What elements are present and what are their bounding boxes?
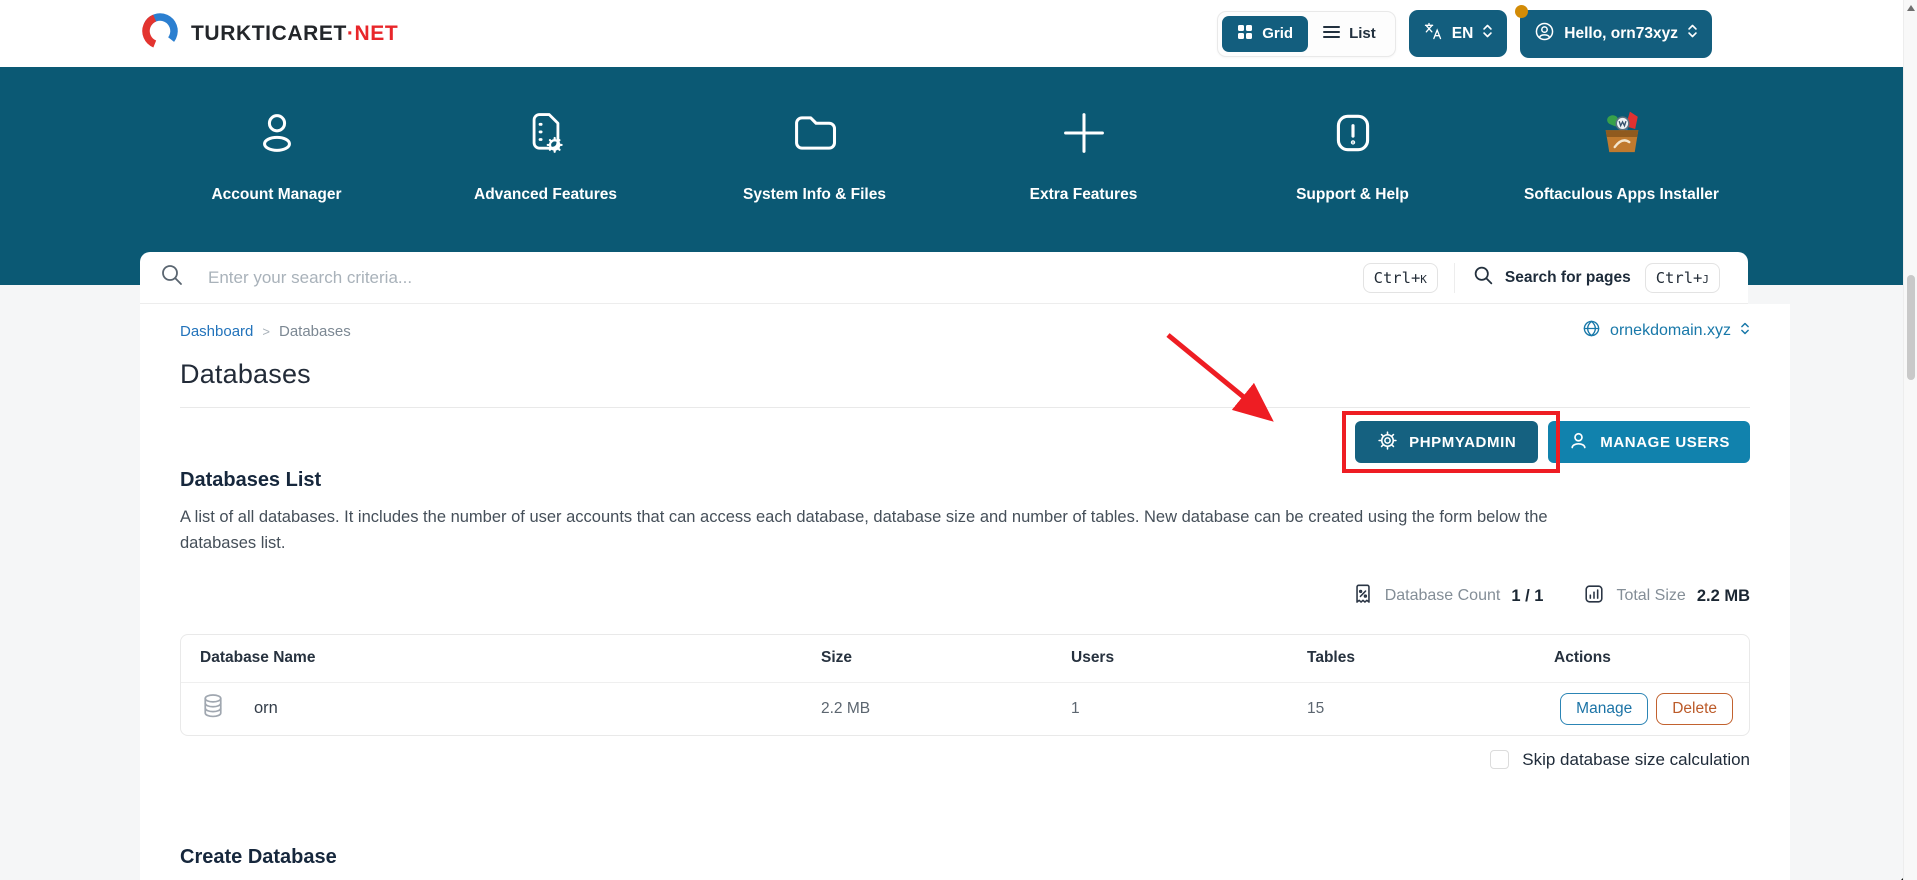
list-view-button[interactable]: List bbox=[1308, 17, 1391, 51]
person-icon bbox=[1568, 430, 1589, 455]
breadcrumb-current: Databases bbox=[279, 323, 351, 340]
database-users: 1 bbox=[1071, 700, 1307, 718]
shortcut-badge-ctrl-j: Ctrl+J bbox=[1645, 263, 1720, 293]
breadcrumb-dashboard[interactable]: Dashboard bbox=[180, 323, 253, 340]
main-content: Dashboard > Databases ornekdomain.xyz Da… bbox=[140, 304, 1790, 880]
scrollbar[interactable] bbox=[1903, 0, 1917, 880]
page-title: Databases bbox=[180, 359, 1750, 390]
brand-name: TURKTICARET·NET bbox=[191, 22, 398, 46]
skip-size-label: Skip database size calculation bbox=[1522, 750, 1750, 770]
search-bar: Ctrl+K Search for pages Ctrl+J bbox=[140, 252, 1748, 304]
search-for-pages-button[interactable]: Search for pages bbox=[1473, 265, 1631, 291]
alert-square-icon bbox=[1328, 102, 1378, 164]
column-header-size: Size bbox=[821, 649, 1071, 667]
grid-view-button[interactable]: Grid bbox=[1222, 16, 1308, 52]
delete-button[interactable]: Delete bbox=[1656, 693, 1733, 725]
plus-icon bbox=[1058, 102, 1110, 164]
divider bbox=[1454, 263, 1455, 293]
brand-logo-icon bbox=[140, 11, 180, 56]
nav-item-advanced-features[interactable]: Advanced Features bbox=[411, 102, 680, 204]
search-input[interactable] bbox=[208, 268, 1363, 288]
user-circle-icon bbox=[1534, 21, 1555, 47]
database-count-stat: Database Count 1 / 1 bbox=[1352, 583, 1544, 610]
folder-icon bbox=[788, 102, 842, 164]
manage-button[interactable]: Manage bbox=[1560, 693, 1648, 725]
phpmyadmin-button[interactable]: PHPMYADMIN bbox=[1355, 421, 1538, 463]
search-icon bbox=[160, 263, 184, 292]
globe-icon bbox=[1582, 319, 1601, 343]
scroll-up-arrow-icon[interactable] bbox=[1907, 5, 1915, 11]
manage-users-button[interactable]: MANAGE USERS bbox=[1548, 421, 1750, 463]
brand-logo[interactable]: TURKTICARET·NET bbox=[140, 11, 398, 56]
database-tables: 15 bbox=[1307, 700, 1554, 718]
list-icon bbox=[1323, 25, 1340, 43]
database-stats: Database Count 1 / 1 Total Size 2.2 MB bbox=[180, 583, 1750, 610]
nav-item-system-info-files[interactable]: System Info & Files bbox=[680, 102, 949, 204]
nav-item-softaculous[interactable]: Softaculous Apps Installer bbox=[1487, 102, 1756, 204]
section-description: A list of all databases. It includes the… bbox=[180, 504, 1580, 557]
nav-item-account-manager[interactable]: Account Manager bbox=[142, 102, 411, 204]
column-header-actions: Actions bbox=[1554, 649, 1749, 667]
table-row: orn 2.2 MB 1 15 Manage Delete bbox=[181, 683, 1749, 735]
language-selector[interactable]: EN bbox=[1409, 10, 1508, 57]
column-header-users: Users bbox=[1071, 649, 1307, 667]
column-header-tables: Tables bbox=[1307, 649, 1554, 667]
scrollbar-thumb[interactable] bbox=[1907, 275, 1915, 380]
divider bbox=[180, 407, 1750, 408]
nav-item-extra-features[interactable]: Extra Features bbox=[949, 102, 1218, 204]
user-menu[interactable]: Hello, orn73xyz bbox=[1520, 10, 1712, 58]
view-toggle: Grid List bbox=[1217, 11, 1396, 57]
receipt-percent-icon bbox=[1352, 583, 1374, 610]
search-icon bbox=[1473, 265, 1494, 291]
chevron-up-down-icon bbox=[1482, 23, 1493, 44]
nav-item-support-help[interactable]: Support & Help bbox=[1218, 102, 1487, 204]
chevron-up-down-icon bbox=[1740, 321, 1750, 341]
breadcrumb: Dashboard > Databases bbox=[180, 323, 351, 340]
database-name: orn bbox=[254, 699, 278, 718]
document-gear-icon bbox=[520, 102, 572, 164]
database-icon bbox=[200, 692, 226, 725]
top-header: TURKTICARET·NET Grid List bbox=[0, 0, 1917, 67]
shortcut-badge-ctrl-k: Ctrl+K bbox=[1363, 263, 1438, 293]
database-size: 2.2 MB bbox=[821, 700, 1071, 718]
softaculous-toolbox-icon bbox=[1595, 102, 1649, 164]
skip-size-checkbox[interactable] bbox=[1490, 750, 1509, 769]
databases-table: Database Name Size Users Tables Actions … bbox=[180, 634, 1750, 736]
section-heading: Databases List bbox=[180, 469, 1750, 492]
domain-selector[interactable]: ornekdomain.xyz bbox=[1582, 319, 1750, 343]
create-database-heading: Create Database bbox=[180, 846, 1750, 869]
table-header-row: Database Name Size Users Tables Actions bbox=[181, 635, 1749, 683]
user-icon bbox=[251, 102, 303, 164]
notification-dot bbox=[1515, 5, 1528, 18]
gear-icon bbox=[1377, 430, 1398, 455]
skip-size-row: Skip database size calculation bbox=[180, 750, 1750, 770]
chevron-up-down-icon bbox=[1687, 23, 1698, 44]
breadcrumb-separator: > bbox=[262, 324, 270, 339]
grid-icon bbox=[1237, 24, 1253, 44]
bar-chart-icon bbox=[1583, 583, 1605, 610]
total-size-stat: Total Size 2.2 MB bbox=[1583, 583, 1750, 610]
page-actions: PHPMYADMIN MANAGE USERS bbox=[180, 421, 1750, 463]
column-header-name: Database Name bbox=[181, 649, 821, 667]
translate-icon bbox=[1423, 21, 1443, 46]
